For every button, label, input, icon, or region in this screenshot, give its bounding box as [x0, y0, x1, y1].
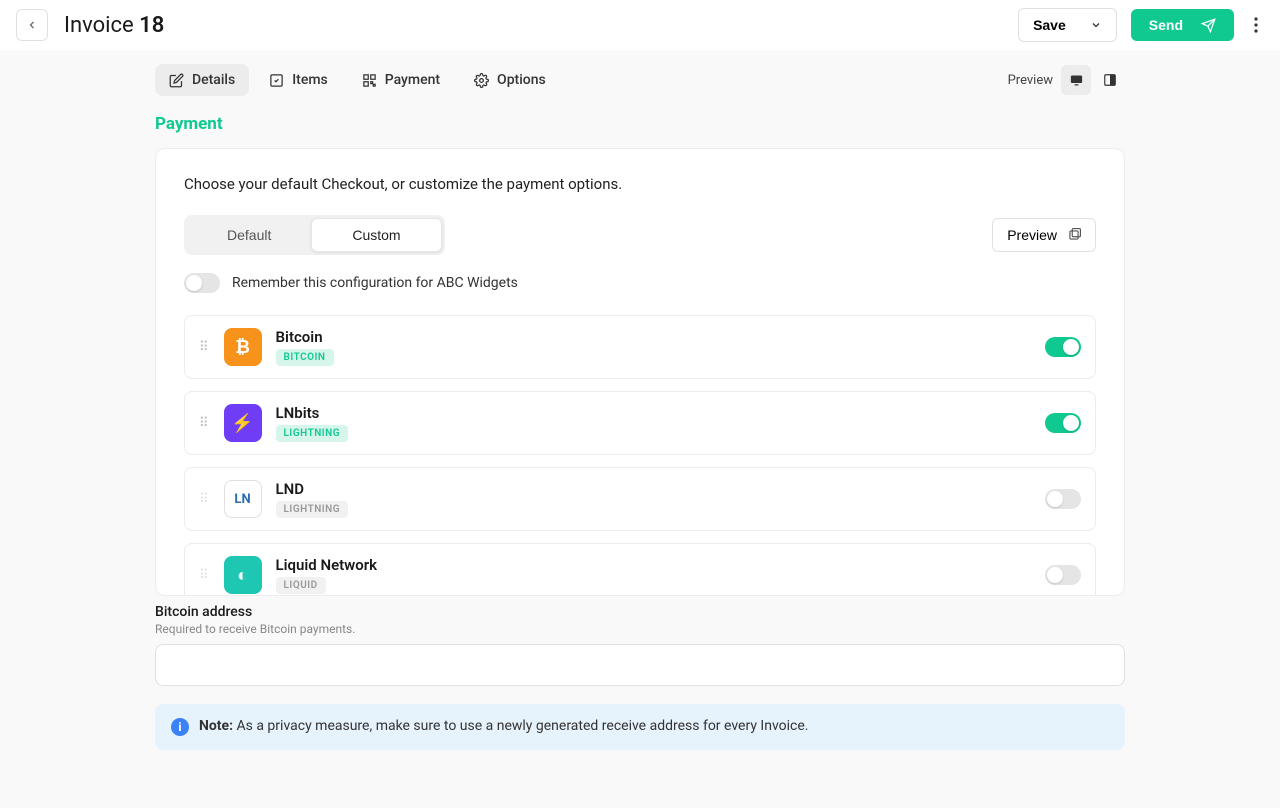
tab-payment[interactable]: Payment — [348, 64, 454, 96]
payment-method-body: Liquid Network LIQUID — [276, 556, 1031, 594]
payment-card: Choose your default Checkout, or customi… — [155, 148, 1125, 596]
note-text: Note: As a privacy measure, make sure to… — [199, 718, 808, 734]
external-window-icon — [1067, 228, 1081, 242]
payment-method-name: LNbits — [276, 404, 1031, 422]
save-button[interactable]: Save — [1018, 8, 1117, 42]
dots-vertical-icon — [1254, 17, 1258, 33]
preview-label: Preview — [1008, 73, 1053, 88]
drag-handle-icon[interactable]: ⠿ — [199, 341, 210, 354]
preview-switch: Preview — [1008, 65, 1125, 95]
payment-method-row: ⠿ ⚡ LNbits LIGHTNING — [184, 391, 1096, 455]
payment-method-row: ⠿ LN LND LIGHTNING — [184, 467, 1096, 531]
payment-method-name: Liquid Network — [276, 556, 1031, 574]
payment-method-tag: LIQUID — [276, 577, 326, 594]
tab-items[interactable]: Items — [255, 64, 342, 96]
topbar-actions: Save Send — [1018, 8, 1264, 42]
send-button[interactable]: Send — [1131, 9, 1234, 41]
content: Payment Choose your default Checkout, or… — [155, 102, 1125, 808]
payment-method-switch[interactable] — [1045, 413, 1081, 433]
payment-method-body: LND LIGHTNING — [276, 480, 1031, 518]
payment-method-icon: ⚡ — [224, 404, 262, 442]
preview-desktop-button[interactable] — [1061, 65, 1091, 95]
card-description: Choose your default Checkout, or customi… — [184, 175, 1096, 193]
bitcoin-address-input[interactable] — [155, 644, 1125, 686]
payment-method-tag: LIGHTNING — [276, 425, 349, 442]
page-title: Invoice 18 — [64, 13, 164, 38]
drag-handle-icon: ⠿ — [199, 569, 210, 582]
send-icon — [1201, 18, 1216, 33]
mode-custom-button[interactable]: Custom — [311, 218, 441, 252]
payment-method-body: Bitcoin BITCOIN — [276, 328, 1031, 366]
field-help: Required to receive Bitcoin payments. — [155, 622, 1125, 636]
payment-method-icon: ◐ — [224, 556, 262, 594]
chevron-down-icon — [1090, 19, 1102, 31]
bitcoin-address-field: Bitcoin address Required to receive Bitc… — [155, 604, 1125, 686]
payment-method-body: LNbits LIGHTNING — [276, 404, 1031, 442]
info-icon: i — [171, 718, 189, 736]
field-label: Bitcoin address — [155, 604, 1125, 620]
drag-handle-icon[interactable]: ⠿ — [199, 417, 210, 430]
check-square-icon — [269, 73, 284, 88]
tab-details[interactable]: Details — [155, 64, 249, 96]
payment-method-name: LND — [276, 480, 1031, 498]
topbar: Invoice 18 Save Send — [0, 0, 1280, 50]
tabbar: Details Items Payment Options Preview — [155, 50, 1125, 102]
edit-icon — [169, 73, 184, 88]
drag-handle-icon: ⠿ — [199, 493, 210, 506]
remember-label: Remember this configuration for ABC Widg… — [232, 275, 518, 291]
payment-method-row: ⠿ ₿ Bitcoin BITCOIN — [184, 315, 1096, 379]
preview-split-button[interactable] — [1095, 65, 1125, 95]
mode-default-button[interactable]: Default — [187, 218, 311, 252]
section-title: Payment — [155, 114, 1125, 134]
mode-toggle: Default Custom — [184, 215, 445, 255]
payment-method-switch[interactable] — [1045, 489, 1081, 509]
preview-button[interactable]: Preview — [992, 218, 1096, 252]
payment-method-switch[interactable] — [1045, 337, 1081, 357]
remember-row: Remember this configuration for ABC Widg… — [184, 273, 1096, 293]
payment-methods-list: ⠿₿BitcoinBITCOIN⠿⚡LNbitsLIGHTNING⠿LNLNDL… — [184, 315, 1096, 596]
remember-switch[interactable] — [184, 273, 220, 293]
mode-row: Default Custom Preview — [184, 215, 1096, 255]
qr-icon — [362, 73, 377, 88]
payment-method-switch[interactable] — [1045, 565, 1081, 585]
chevron-left-icon — [26, 19, 38, 31]
columns-icon — [1103, 73, 1117, 87]
monitor-icon — [1069, 73, 1084, 88]
back-button[interactable] — [16, 9, 48, 41]
payment-method-row: ⠿ ◐ Liquid Network LIQUID — [184, 543, 1096, 596]
payment-method-tag: BITCOIN — [276, 349, 334, 366]
tabs: Details Items Payment Options — [155, 64, 560, 96]
tab-options[interactable]: Options — [460, 64, 560, 96]
payment-method-icon: ₿ — [224, 328, 262, 366]
note-box: i Note: As a privacy measure, make sure … — [155, 704, 1125, 750]
payment-method-name: Bitcoin — [276, 328, 1031, 346]
payment-method-tag: LIGHTNING — [276, 501, 349, 518]
gear-icon — [474, 73, 489, 88]
more-menu-button[interactable] — [1248, 11, 1264, 39]
payment-method-icon: LN — [224, 480, 262, 518]
